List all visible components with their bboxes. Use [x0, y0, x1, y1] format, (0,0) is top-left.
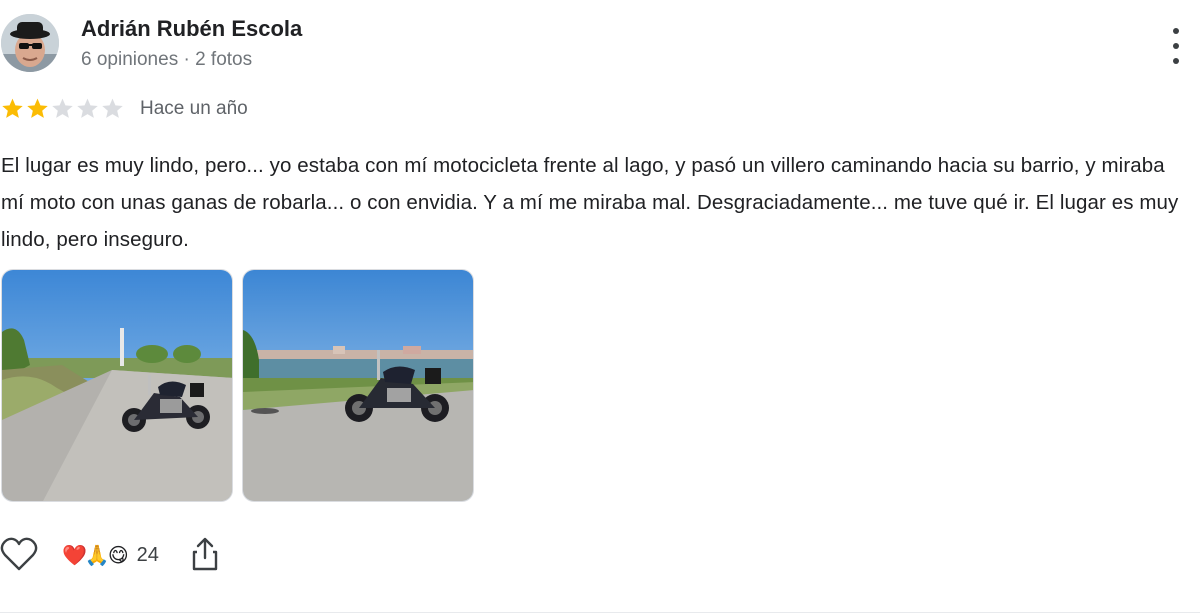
reactions-summary[interactable]: ❤️ 🙏 😋 24	[62, 540, 159, 570]
more-options-button[interactable]	[1166, 26, 1186, 66]
star-empty-icon	[52, 98, 73, 118]
motorcycle-photo-road-icon	[2, 270, 232, 501]
star-empty-icon	[77, 98, 98, 118]
star-empty-icon	[102, 98, 123, 118]
review-photo-1[interactable]	[1, 269, 233, 502]
reviewer-stats: 6 opiniones · 2 fotos	[81, 49, 253, 70]
motorcycle-photo-lake-icon	[243, 270, 473, 501]
reaction-count: 24	[136, 543, 159, 566]
star-filled-icon	[27, 98, 48, 118]
reviewer-avatar[interactable]	[1, 14, 59, 72]
star-filled-icon	[2, 98, 23, 118]
more-vert-icon	[1173, 28, 1179, 34]
review-time: Hace un año	[140, 98, 248, 119]
heart-outline-icon	[0, 537, 38, 571]
more-vert-dot	[1173, 43, 1179, 49]
divider	[0, 612, 1200, 613]
more-vert-dot	[1173, 58, 1179, 64]
yum-face-emoji-icon: 😋	[107, 543, 129, 567]
star-rating	[0, 96, 125, 122]
share-button[interactable]	[190, 536, 220, 572]
reviewer-name[interactable]: Adrián Rubén Escola	[81, 16, 302, 42]
review-text: El lugar es muy lindo, pero... yo estaba…	[1, 154, 1179, 251]
share-icon	[192, 537, 218, 571]
heart-emoji-icon: ❤️	[62, 543, 87, 567]
user-avatar-icon	[1, 14, 59, 72]
like-button[interactable]	[0, 536, 38, 572]
praying-hands-emoji-icon: 🙏	[84, 543, 110, 567]
review-photo-2[interactable]	[242, 269, 474, 502]
